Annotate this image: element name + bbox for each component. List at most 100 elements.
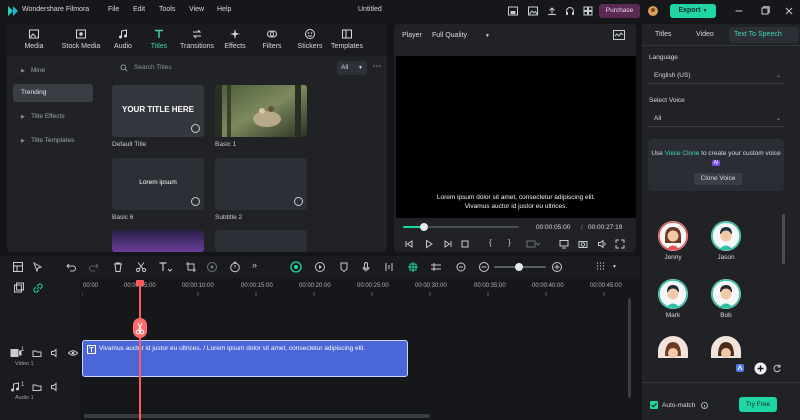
next-frame-icon[interactable] <box>443 239 453 249</box>
image-icon[interactable] <box>527 5 539 17</box>
speed-timer-icon[interactable] <box>229 261 241 273</box>
playhead-head[interactable] <box>136 280 144 286</box>
auto-match-checkbox[interactable] <box>650 401 658 409</box>
mark-in-icon[interactable]: { <box>489 238 492 247</box>
split-handle[interactable] <box>133 318 147 338</box>
voices-scrollbar[interactable] <box>782 214 785 264</box>
render-preview-icon[interactable] <box>314 261 326 273</box>
stop-icon[interactable] <box>460 239 470 249</box>
tab-filters[interactable]: Filters <box>259 27 285 55</box>
tab-titles[interactable]: Titles <box>147 27 171 55</box>
grid-icon[interactable] <box>582 5 594 17</box>
marker-icon[interactable] <box>338 261 350 273</box>
menu-edit[interactable]: Edit <box>133 6 145 13</box>
track-volume-icon[interactable] <box>50 348 60 358</box>
save-icon[interactable] <box>507 5 519 17</box>
menu-view[interactable]: View <box>189 6 204 13</box>
playhead-line[interactable] <box>139 280 141 420</box>
delete-icon[interactable] <box>112 261 124 273</box>
category-mine[interactable]: ▶ Mine <box>13 62 93 80</box>
more-options-icon[interactable]: ⋯ <box>371 61 383 75</box>
volume-icon[interactable] <box>597 239 607 249</box>
tab-transitions[interactable]: Transitions <box>179 27 215 55</box>
voice-avatar-jenny[interactable] <box>658 221 688 251</box>
undo-icon[interactable] <box>65 261 77 273</box>
voice-avatar-jason[interactable] <box>711 221 741 251</box>
maximize-icon[interactable] <box>759 5 771 17</box>
tab-audio[interactable]: Audio <box>110 27 136 55</box>
voice-clone-link[interactable]: Voice Clone <box>665 150 700 157</box>
mark-out-icon[interactable]: } <box>508 238 511 247</box>
refresh-icon[interactable] <box>772 363 782 373</box>
progress-handle[interactable] <box>419 223 428 231</box>
language-select[interactable]: English (US) ⌄ <box>648 68 784 84</box>
title-card-basic-1[interactable] <box>215 85 307 137</box>
chevron-down-icon[interactable]: ▼ <box>612 264 617 270</box>
tab-video-props[interactable]: Video <box>696 31 714 38</box>
category-title-effects[interactable]: ▶ Title Effects <box>13 108 93 126</box>
headset-icon[interactable] <box>564 5 576 17</box>
layout-icon[interactable] <box>12 261 24 273</box>
fit-timeline-icon[interactable] <box>430 261 442 273</box>
voice-avatar-partial[interactable] <box>658 336 688 358</box>
menu-tools[interactable]: Tools <box>159 6 175 13</box>
timeline-grid-icon[interactable] <box>595 261 607 273</box>
track-volume-icon[interactable] <box>50 382 60 392</box>
download-icon[interactable] <box>294 197 303 206</box>
tab-templates[interactable]: Templates <box>329 27 365 55</box>
menu-help[interactable]: Help <box>217 6 231 13</box>
ai-tools-icon[interactable] <box>290 261 302 273</box>
timeline-vertical-scrollbar[interactable] <box>628 298 631 398</box>
menu-file[interactable]: File <box>108 6 119 13</box>
tab-stickers[interactable]: Stickers <box>296 27 324 55</box>
folder-icon[interactable] <box>32 382 42 392</box>
timeline-scrollbar[interactable] <box>84 414 430 418</box>
ai-voice-icon[interactable] <box>735 363 745 373</box>
microphone-icon[interactable] <box>360 261 372 273</box>
title-card-partial[interactable] <box>215 230 307 252</box>
try-free-button[interactable]: Try Free <box>739 397 777 412</box>
category-title-templates[interactable]: ▶ Title Templates <box>13 132 93 150</box>
close-icon[interactable] <box>783 5 795 17</box>
quality-select[interactable]: Full Quality ▼ <box>432 29 498 43</box>
voice-avatar-mark[interactable] <box>658 279 688 309</box>
title-card-subtitle-2[interactable] <box>215 158 307 210</box>
account-avatar-icon[interactable] <box>647 5 659 17</box>
snap-icon[interactable] <box>407 261 419 273</box>
display-icon[interactable] <box>559 239 569 249</box>
title-card-basic-6[interactable]: Lorem ipsum <box>112 158 204 210</box>
previous-frame-icon[interactable] <box>404 239 414 249</box>
fullscreen-icon[interactable] <box>615 239 625 249</box>
split-scissors-icon[interactable] <box>135 261 147 273</box>
filter-select[interactable]: All ▼ <box>337 61 367 75</box>
zoom-out-icon[interactable] <box>478 261 490 273</box>
voice-avatar-bob[interactable] <box>711 279 741 309</box>
zoom-slider-handle[interactable] <box>515 263 523 271</box>
link-clips-icon[interactable] <box>32 282 44 294</box>
audio-mix-icon[interactable] <box>383 261 395 273</box>
export-button[interactable]: Export ▼ <box>670 4 716 18</box>
add-track-icon[interactable] <box>13 282 25 294</box>
tab-effects[interactable]: Effects <box>221 27 249 55</box>
category-trending[interactable]: Trending <box>13 84 93 102</box>
text-tool-icon[interactable] <box>158 261 172 273</box>
minimize-icon[interactable] <box>733 5 745 17</box>
clone-voice-button[interactable]: Clone Voice <box>694 173 742 185</box>
more-tools-icon[interactable]: » <box>252 260 257 270</box>
snapshot-icon[interactable] <box>578 239 588 249</box>
select-tool-icon[interactable] <box>32 261 44 273</box>
tab-stock-media[interactable]: Stock Media <box>57 27 105 55</box>
info-icon[interactable] <box>701 402 708 409</box>
add-voice-icon[interactable] <box>754 362 767 375</box>
folder-icon[interactable] <box>32 348 42 358</box>
tab-media[interactable]: Media <box>19 27 49 55</box>
download-icon[interactable] <box>191 124 200 133</box>
title-card-partial[interactable] <box>112 230 204 252</box>
crop-icon[interactable] <box>185 261 197 273</box>
preview-screen[interactable]: Lorem ipsum dolor sit amet, consectetur … <box>396 56 636 218</box>
insert-to-timeline-icon[interactable] <box>526 239 540 249</box>
voice-avatar-partial[interactable] <box>711 336 741 358</box>
purchase-button[interactable]: Purchase <box>599 4 640 18</box>
visibility-eye-icon[interactable] <box>68 348 78 358</box>
title-clip[interactable]: Vivamus auctor id justor eu ultrices. / … <box>82 340 408 377</box>
